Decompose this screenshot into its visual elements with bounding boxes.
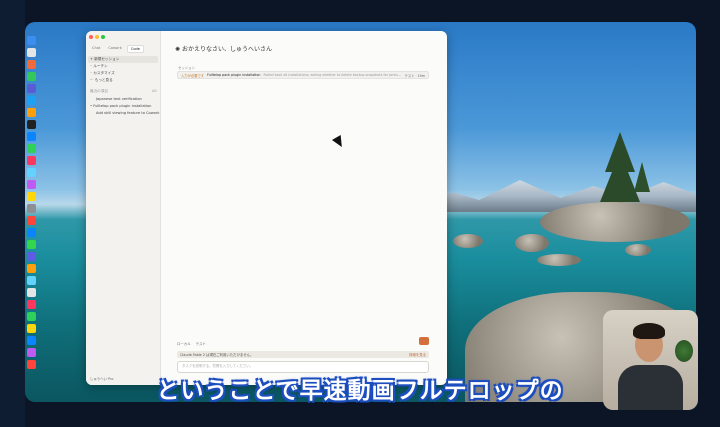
- video-subtitle: ということで早速動画フルテロップの: [156, 378, 564, 404]
- dock-app-icon[interactable]: [27, 276, 36, 285]
- tab-cowork[interactable]: Cowork: [105, 45, 124, 53]
- sidebar-item-more[interactable]: ⋯ もっと見る: [90, 78, 113, 83]
- tab-chat[interactable]: Chat: [89, 45, 103, 53]
- background-plant: [675, 340, 693, 362]
- wallpaper-rock: [537, 254, 581, 266]
- outer-background: [0, 0, 25, 427]
- close-window-button[interactable]: [89, 35, 93, 39]
- page-title: ✺ おかえりなさい、しゅうへいさん: [175, 46, 272, 53]
- dock-app-icon[interactable]: [27, 312, 36, 321]
- dock-app-icon[interactable]: [27, 204, 36, 213]
- sessions-heading: セッション: [178, 66, 195, 70]
- dock-app-icon[interactable]: [27, 72, 36, 81]
- recent-item-label: Fulltelop pack plugin installation: [93, 104, 152, 108]
- dock-app-icon[interactable]: [27, 132, 36, 141]
- session-detail: Rolled back all installations; asking wh…: [263, 73, 402, 77]
- dock-app-icon[interactable]: [27, 216, 36, 225]
- recents-heading: 最近の項目: [90, 89, 108, 93]
- main-panel: ✺ おかえりなさい、しゅうへいさん セッション 入力が必要です Fulltelo…: [161, 31, 447, 385]
- banner-details-link[interactable]: 詳細を見る: [409, 352, 426, 357]
- sidebar: Chat Cowork Code + 新規セッション ◦ ルーチン ◦ カスタマ…: [86, 31, 161, 385]
- dock-app-icon[interactable]: [27, 144, 36, 153]
- dock-app-icon[interactable]: [27, 36, 36, 45]
- model-unavailable-banner: Claude Fable 2 は現在ご利用いただけません。 詳細を見る: [177, 351, 429, 358]
- banner-text: Claude Fable 2 は現在ご利用いただけません。: [180, 353, 254, 357]
- dock-app-icon[interactable]: [27, 84, 36, 93]
- wallpaper-rock: [625, 244, 651, 256]
- dock-app-icon[interactable]: [27, 300, 36, 309]
- minimize-window-button[interactable]: [95, 35, 99, 39]
- dock-app-icon[interactable]: [27, 324, 36, 333]
- dock-app-icon[interactable]: [27, 348, 36, 357]
- dock-app-icon[interactable]: [27, 96, 36, 105]
- session-row[interactable]: 入力が必要です Fulltelop pack plugin installati…: [177, 71, 429, 79]
- sidebar-item-label: 新規セッション: [94, 57, 120, 61]
- desktop-screen: Chat Cowork Code + 新規セッション ◦ ルーチン ◦ カスタマ…: [0, 0, 720, 427]
- dock-app-icon[interactable]: [27, 120, 36, 129]
- sidebar-item-label: カスタマイズ: [93, 71, 115, 75]
- wallpaper-rock: [540, 202, 690, 242]
- wallpaper-rock: [515, 234, 549, 252]
- dock-app-icon[interactable]: [27, 240, 36, 249]
- dock-app-icon[interactable]: [27, 168, 36, 177]
- session-title: Fulltelop pack plugin installation: [207, 73, 261, 77]
- local-option[interactable]: ローカル: [177, 341, 191, 346]
- dock-app-icon[interactable]: [27, 180, 36, 189]
- dock-app-icon[interactable]: [27, 108, 36, 117]
- window-controls: [89, 35, 105, 39]
- dock-app-icon[interactable]: [27, 336, 36, 345]
- dock-app-icon[interactable]: [27, 48, 36, 57]
- recent-item[interactable]: Japanese text verification: [96, 97, 142, 101]
- greeting-text: おかえりなさい、しゅうへいさん: [181, 46, 272, 53]
- dock-app-icon[interactable]: [27, 264, 36, 273]
- dock-app-icon[interactable]: [27, 288, 36, 297]
- mode-tabs: Chat Cowork Code: [89, 45, 145, 53]
- dock-app-icon[interactable]: [27, 360, 36, 369]
- dock-app-icon[interactable]: [27, 252, 36, 261]
- dock: [27, 36, 37, 386]
- composer-options: ローカル テスト: [177, 341, 206, 346]
- sidebar-item-label: ルーチン: [93, 64, 108, 68]
- recents-filter[interactable]: All: [152, 89, 156, 93]
- recent-item[interactable]: Add skill viewing feature to Cowork: [96, 111, 159, 115]
- dock-app-icon[interactable]: [27, 156, 36, 165]
- wallpaper-rock: [453, 234, 483, 248]
- dock-app-icon[interactable]: [27, 60, 36, 69]
- presenter-hair: [633, 323, 665, 339]
- claude-app-window: Chat Cowork Code + 新規セッション ◦ ルーチン ◦ カスタマ…: [86, 31, 447, 385]
- zoom-window-button[interactable]: [101, 35, 105, 39]
- tab-code[interactable]: Code: [126, 45, 145, 53]
- sidebar-item-routines[interactable]: ◦ ルーチン: [90, 64, 108, 69]
- session-status: 入力が必要です: [181, 73, 205, 78]
- claude-mascot-icon: [419, 337, 429, 345]
- test-option[interactable]: テスト: [196, 341, 206, 346]
- dock-app-icon[interactable]: [27, 228, 36, 237]
- dock-app-icon[interactable]: [27, 192, 36, 201]
- session-meta: テスト · 19m: [404, 73, 425, 78]
- sidebar-item-customize[interactable]: ◦ カスタマイズ: [90, 71, 115, 76]
- recent-item[interactable]: • Fulltelop pack plugin installation: [90, 104, 151, 108]
- sidebar-item-new-session[interactable]: + 新規セッション: [88, 56, 158, 63]
- sidebar-item-label: もっと見る: [94, 78, 113, 82]
